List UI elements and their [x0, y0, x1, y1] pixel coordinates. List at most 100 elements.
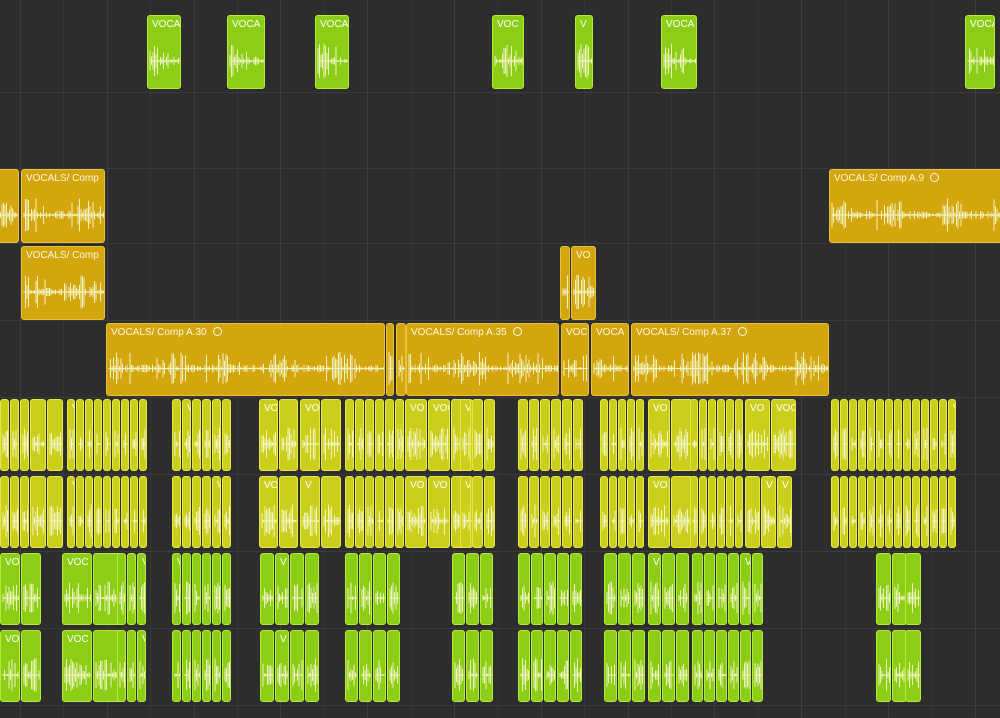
audio-region[interactable]: [717, 476, 725, 548]
audio-region[interactable]: [472, 399, 483, 471]
audio-region[interactable]: [876, 630, 891, 702]
audio-region[interactable]: [632, 630, 645, 702]
audio-region[interactable]: [930, 476, 938, 548]
audio-region[interactable]: [387, 553, 400, 625]
audio-region[interactable]: [708, 399, 716, 471]
audio-region[interactable]: [735, 476, 743, 548]
audio-region[interactable]: [726, 476, 734, 548]
audio-region[interactable]: [618, 630, 631, 702]
audio-region[interactable]: [636, 399, 644, 471]
audio-region[interactable]: [540, 476, 550, 548]
audio-region[interactable]: [903, 476, 911, 548]
audio-region[interactable]: [466, 553, 479, 625]
audio-region[interactable]: [112, 399, 120, 471]
audio-region[interactable]: [690, 476, 698, 548]
audio-region[interactable]: [717, 399, 725, 471]
audio-region[interactable]: [885, 476, 893, 548]
audio-region[interactable]: [518, 476, 528, 548]
audio-region[interactable]: VO: [648, 553, 661, 625]
audio-region[interactable]: [373, 553, 386, 625]
audio-region[interactable]: V: [67, 476, 75, 548]
audio-region[interactable]: [690, 399, 698, 471]
audio-region[interactable]: V: [575, 15, 593, 89]
audio-region[interactable]: [365, 476, 374, 548]
audio-region[interactable]: [466, 630, 479, 702]
audio-region[interactable]: [529, 476, 539, 548]
audio-region[interactable]: [385, 399, 394, 471]
audio-region[interactable]: [867, 476, 875, 548]
audio-region[interactable]: [544, 553, 556, 625]
audio-region[interactable]: [930, 399, 938, 471]
audio-region[interactable]: [735, 399, 743, 471]
audio-region[interactable]: V: [948, 399, 956, 471]
audio-region[interactable]: [127, 553, 136, 625]
audio-region[interactable]: [627, 399, 635, 471]
audio-region[interactable]: [632, 553, 645, 625]
audio-region[interactable]: VOCA: [661, 15, 697, 89]
audio-region[interactable]: V: [137, 553, 146, 625]
audio-region[interactable]: [321, 399, 341, 471]
audio-region[interactable]: [121, 399, 129, 471]
audio-region[interactable]: [202, 399, 211, 471]
audio-region[interactable]: [692, 553, 703, 625]
audio-region[interactable]: [345, 553, 358, 625]
audio-region[interactable]: [305, 553, 319, 625]
audio-region[interactable]: [540, 399, 550, 471]
audio-region[interactable]: [192, 476, 201, 548]
audio-region[interactable]: VOCA: [591, 323, 629, 396]
audio-region[interactable]: [484, 476, 495, 548]
audio-region[interactable]: [373, 630, 386, 702]
audio-region[interactable]: [894, 476, 902, 548]
audio-region[interactable]: [202, 476, 211, 548]
audio-region[interactable]: [94, 476, 102, 548]
audio-region[interactable]: [395, 476, 404, 548]
audio-region[interactable]: V: [777, 476, 792, 548]
audio-region[interactable]: [562, 476, 572, 548]
audio-region[interactable]: [0, 399, 9, 471]
audio-region[interactable]: VO: [428, 476, 450, 548]
audio-region[interactable]: [396, 323, 406, 396]
audio-region[interactable]: VO: [745, 399, 770, 471]
audio-region[interactable]: VO: [0, 630, 20, 702]
audio-region[interactable]: [692, 630, 703, 702]
audio-region[interactable]: [127, 630, 136, 702]
audio-region[interactable]: VOCALS/ Comp A.30: [106, 323, 385, 396]
audio-region[interactable]: [840, 399, 848, 471]
audio-region[interactable]: [636, 476, 644, 548]
audio-region[interactable]: [716, 630, 727, 702]
audio-region[interactable]: [562, 399, 572, 471]
audio-region[interactable]: VOCALS/ Comp A.9: [829, 169, 1000, 243]
audio-region[interactable]: VO: [0, 553, 20, 625]
audio-region[interactable]: [939, 399, 947, 471]
audio-region[interactable]: [627, 476, 635, 548]
audio-region[interactable]: [212, 553, 221, 625]
audio-region[interactable]: [76, 399, 84, 471]
audio-region[interactable]: [858, 399, 866, 471]
audio-region[interactable]: [222, 399, 231, 471]
audio-region[interactable]: [518, 399, 528, 471]
audio-region[interactable]: [708, 476, 716, 548]
audio-region[interactable]: [885, 399, 893, 471]
tracks-area[interactable]: VOCA VOCA VOCA VOC V VOCA VOCA VOCALS/ Comp VOCA…: [0, 0, 1000, 718]
audio-region[interactable]: [395, 399, 404, 471]
audio-region[interactable]: [117, 630, 126, 702]
audio-region[interactable]: [600, 476, 608, 548]
audio-region[interactable]: VOCA: [771, 399, 796, 471]
audio-region[interactable]: [260, 553, 274, 625]
audio-region[interactable]: [849, 476, 857, 548]
audio-region[interactable]: [452, 630, 465, 702]
audio-region[interactable]: VO: [740, 553, 751, 625]
audio-region[interactable]: [699, 399, 707, 471]
audio-region[interactable]: VOC: [62, 553, 92, 625]
audio-region[interactable]: [570, 630, 582, 702]
audio-region[interactable]: [47, 399, 63, 471]
audio-region[interactable]: [728, 553, 739, 625]
audio-region[interactable]: [604, 630, 617, 702]
audio-region[interactable]: V: [182, 399, 191, 471]
audio-region[interactable]: [518, 553, 530, 625]
audio-region[interactable]: [85, 476, 93, 548]
audio-region[interactable]: VOC: [428, 399, 450, 471]
audio-region[interactable]: [355, 399, 364, 471]
audio-region[interactable]: [375, 476, 384, 548]
audio-region[interactable]: [876, 399, 884, 471]
